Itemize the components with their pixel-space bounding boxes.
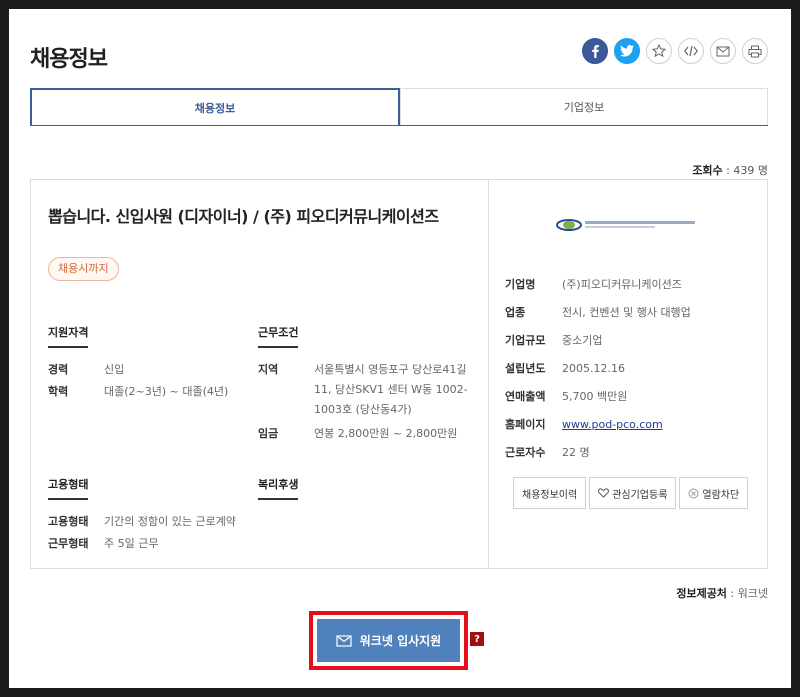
row-value: 서울특별시 영등포구 당산로41길 11, 당산SKV1 센터 W동 1002-… — [314, 363, 468, 416]
tab-job-info[interactable]: 채용정보 — [30, 88, 400, 125]
favorite-company-button[interactable]: 관심기업등록 — [589, 477, 677, 509]
row-value: 대졸(2~3년) ~ 대졸(4년) — [104, 385, 229, 398]
page-frame: 채용정보 채용정보 기업정보 조회수 : 439 명 뽑습니다. 신입사원 (디… — [9, 9, 791, 688]
employment-row: 고용형태 기간의 정함이 있는 근로계약 — [48, 512, 258, 532]
info-value: 22 명 — [562, 446, 590, 459]
worknet-apply-label: 워크넷 입사지원 — [359, 634, 442, 648]
company-info-row: 연매출액 5,700 백만원 — [505, 382, 691, 410]
heart-icon — [598, 488, 610, 498]
info-key: 근로자수 — [505, 446, 546, 459]
company-info-row: 업종 전시, 컨벤션 및 행사 대행업 — [505, 298, 691, 326]
company-actions: 채용정보이력 관심기업등록 열람차단 — [513, 477, 749, 509]
row-value: 주 5일 근무 — [104, 537, 159, 550]
block-viewing-label: 열람차단 — [702, 489, 740, 501]
job-details: 뽑습니다. 신입사원 (디자이너) / (주) 피오디커뮤니케이션즈 채용시까지… — [31, 180, 489, 568]
info-value: (주)피오디커뮤니케이션즈 — [562, 278, 682, 291]
company-info-row: 설립년도 2005.12.16 — [505, 354, 691, 382]
deadline-badge: 채용시까지 — [48, 257, 119, 281]
info-source-value: : 워크넷 — [726, 587, 768, 600]
info-source: 정보제공처 : 워크넷 — [676, 585, 768, 601]
employment-row: 근무형태 주 5일 근무 — [48, 534, 258, 554]
conditions-section: 근무조건 지역 서울특별시 영등포구 당산로41길 11, 당산SKV1 센터 W… — [258, 321, 473, 444]
block-icon — [688, 488, 699, 498]
condition-row: 임금 연봉 2,800만원 ~ 2,800만원 — [258, 424, 473, 444]
company-info-row: 근로자수 22 명 — [505, 438, 691, 466]
help-icon[interactable]: ? — [470, 632, 484, 646]
block-viewing-button[interactable]: 열람차단 — [679, 477, 749, 509]
view-count-value: : 439 명 — [722, 164, 768, 177]
info-key: 연매출액 — [505, 390, 546, 403]
info-value: 전시, 컨벤션 및 행사 대행업 — [562, 306, 691, 319]
qualifications-section: 지원자격 경력 신입 학력 대졸(2~3년) ~ 대졸(4년) — [48, 321, 238, 402]
view-count-label: 조회수 — [692, 164, 723, 177]
row-key: 임금 — [258, 427, 279, 440]
favorite-company-label: 관심기업등록 — [612, 489, 668, 501]
welfare-section: 복리후생 — [258, 473, 299, 500]
mail-icon[interactable] — [710, 38, 736, 64]
welfare-heading: 복리후생 — [258, 476, 299, 500]
hiring-history-label: 채용정보이력 — [522, 489, 578, 501]
company-info-row: 기업명 (주)피오디커뮤니케이션즈 — [505, 270, 691, 298]
envelope-icon — [336, 634, 352, 647]
hiring-history-button[interactable]: 채용정보이력 — [513, 477, 587, 509]
row-key: 지역 — [258, 363, 279, 376]
company-logo — [556, 219, 695, 231]
view-count: 조회수 : 439 명 — [692, 162, 768, 178]
twitter-icon[interactable] — [614, 38, 640, 64]
qualifications-heading: 지원자격 — [48, 324, 89, 348]
info-value: 5,700 백만원 — [562, 390, 628, 403]
share-toolbar — [582, 38, 768, 64]
employment-heading: 고용형태 — [48, 476, 89, 500]
job-card: 뽑습니다. 신입사원 (디자이너) / (주) 피오디커뮤니케이션즈 채용시까지… — [30, 179, 768, 569]
info-key: 기업규모 — [505, 334, 546, 347]
page-title: 채용정보 — [30, 47, 108, 72]
company-info-row: 홈페이지 www.pod-pco.com — [505, 410, 691, 438]
tab-bar: 채용정보 기업정보 — [30, 88, 768, 126]
conditions-heading: 근무조건 — [258, 324, 299, 348]
company-panel: 기업명 (주)피오디커뮤니케이션즈 업종 전시, 컨벤션 및 행사 대행업 기업규모… — [489, 180, 767, 568]
row-key: 근무형태 — [48, 537, 89, 550]
info-value: 2005.12.16 — [562, 361, 625, 375]
star-icon[interactable] — [646, 38, 672, 64]
info-key: 기업명 — [505, 278, 536, 291]
code-icon[interactable] — [678, 38, 704, 64]
print-icon[interactable] — [742, 38, 768, 64]
info-key: 설립년도 — [505, 362, 546, 375]
job-title: 뽑습니다. 신입사원 (디자이너) / (주) 피오디커뮤니케이션즈 — [48, 207, 439, 226]
row-value: 기간의 정함이 있는 근로계약 — [104, 515, 236, 528]
qualification-row: 경력 신입 — [48, 360, 238, 380]
worknet-apply-button[interactable]: 워크넷 입사지원 — [317, 619, 460, 662]
row-value: 연봉 2,800만원 ~ 2,800만원 — [314, 427, 458, 440]
facebook-icon[interactable] — [582, 38, 608, 64]
apply-highlight: 워크넷 입사지원 — [309, 611, 468, 670]
info-value: 중소기업 — [562, 334, 603, 347]
info-key: 업종 — [505, 306, 526, 319]
row-value: 신입 — [104, 363, 125, 376]
condition-row: 지역 서울특별시 영등포구 당산로41길 11, 당산SKV1 센터 W동 100… — [258, 360, 473, 420]
row-key: 고용형태 — [48, 515, 89, 528]
tab-company-info[interactable]: 기업정보 — [400, 88, 768, 125]
info-source-label: 정보제공처 — [676, 587, 727, 600]
company-info-list: 기업명 (주)피오디커뮤니케이션즈 업종 전시, 컨벤션 및 행사 대행업 기업규모… — [505, 270, 691, 466]
employment-section: 고용형태 고용형태 기간의 정함이 있는 근로계약 근무형태 주 5일 근무 — [48, 473, 258, 554]
homepage-link[interactable]: www.pod-pco.com — [562, 418, 663, 431]
row-key: 학력 — [48, 385, 69, 398]
company-info-row: 기업규모 중소기업 — [505, 326, 691, 354]
qualification-row: 학력 대졸(2~3년) ~ 대졸(4년) — [48, 382, 238, 402]
row-key: 경력 — [48, 363, 69, 376]
info-key: 홈페이지 — [505, 418, 546, 431]
